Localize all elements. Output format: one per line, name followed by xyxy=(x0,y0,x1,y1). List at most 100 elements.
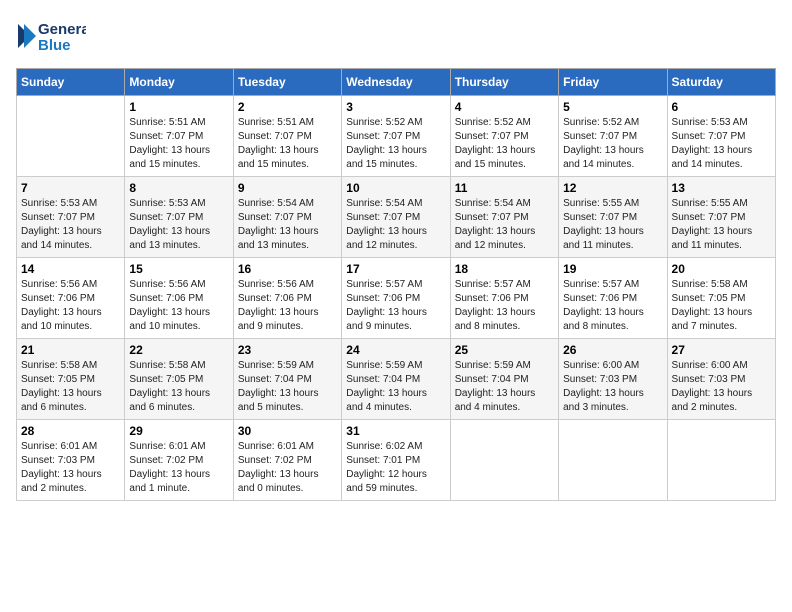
week-row-3: 14 Sunrise: 5:56 AM Sunset: 7:06 PM Dayli… xyxy=(17,258,776,339)
calendar-cell: 14 Sunrise: 5:56 AM Sunset: 7:06 PM Dayli… xyxy=(17,258,125,339)
calendar-cell: 1Sunrise: 5:51 AM Sunset: 7:07 PM Daylig… xyxy=(125,96,233,177)
day-number: 19 xyxy=(563,262,662,276)
day-info: Sunrise: 5:52 AM Sunset: 7:07 PM Dayligh… xyxy=(346,116,445,172)
day-number: 15 xyxy=(129,262,228,276)
calendar-cell: 20 Sunrise: 5:58 AM Sunset: 7:05 PM Dayli… xyxy=(667,258,775,339)
col-header-tuesday: Tuesday xyxy=(233,69,341,96)
calendar-cell: 5Sunrise: 5:52 AM Sunset: 7:07 PM Daylig… xyxy=(559,96,667,177)
calendar-cell: 8 Sunrise: 5:53 AM Sunset: 7:07 PM Daylig… xyxy=(125,177,233,258)
col-header-friday: Friday xyxy=(559,69,667,96)
day-number: 9 xyxy=(238,181,337,195)
day-number: 3 xyxy=(346,100,445,114)
calendar-cell xyxy=(667,420,775,501)
day-info: Sunrise: 5:51 AM Sunset: 7:07 PM Dayligh… xyxy=(238,116,337,172)
calendar-cell xyxy=(450,420,558,501)
calendar-cell: 2 Sunrise: 5:51 AM Sunset: 7:07 PM Daylig… xyxy=(233,96,341,177)
calendar-cell: 11 Sunrise: 5:54 AM Sunset: 7:07 PM Dayli… xyxy=(450,177,558,258)
calendar-cell: 12Sunrise: 5:55 AM Sunset: 7:07 PM Dayli… xyxy=(559,177,667,258)
day-info: Sunrise: 5:52 AM Sunset: 7:07 PM Dayligh… xyxy=(455,116,554,172)
day-info: Sunrise: 5:58 AM Sunset: 7:05 PM Dayligh… xyxy=(672,278,771,334)
day-number: 31 xyxy=(346,424,445,438)
calendar-cell: 23Sunrise: 5:59 AM Sunset: 7:04 PM Dayli… xyxy=(233,339,341,420)
day-number: 10 xyxy=(346,181,445,195)
page-header: GeneralBlue xyxy=(16,16,776,56)
calendar-cell: 17Sunrise: 5:57 AM Sunset: 7:06 PM Dayli… xyxy=(342,258,450,339)
day-number: 11 xyxy=(455,181,554,195)
day-info: Sunrise: 5:59 AM Sunset: 7:04 PM Dayligh… xyxy=(455,359,554,415)
day-info: Sunrise: 5:55 AM Sunset: 7:07 PM Dayligh… xyxy=(563,197,662,253)
day-number: 27 xyxy=(672,343,771,357)
day-number: 16 xyxy=(238,262,337,276)
calendar-cell: 19Sunrise: 5:57 AM Sunset: 7:06 PM Dayli… xyxy=(559,258,667,339)
logo-svg: GeneralBlue xyxy=(16,16,86,56)
day-info: Sunrise: 5:54 AM Sunset: 7:07 PM Dayligh… xyxy=(238,197,337,253)
day-info: Sunrise: 6:01 AM Sunset: 7:03 PM Dayligh… xyxy=(21,440,120,496)
day-info: Sunrise: 5:59 AM Sunset: 7:04 PM Dayligh… xyxy=(238,359,337,415)
day-info: Sunrise: 5:51 AM Sunset: 7:07 PM Dayligh… xyxy=(129,116,228,172)
calendar-cell: 31 Sunrise: 6:02 AM Sunset: 7:01 PM Dayli… xyxy=(342,420,450,501)
day-info: Sunrise: 5:56 AM Sunset: 7:06 PM Dayligh… xyxy=(238,278,337,334)
col-header-thursday: Thursday xyxy=(450,69,558,96)
calendar-cell: 29Sunrise: 6:01 AM Sunset: 7:02 PM Dayli… xyxy=(125,420,233,501)
day-info: Sunrise: 5:55 AM Sunset: 7:07 PM Dayligh… xyxy=(672,197,771,253)
day-info: Sunrise: 5:54 AM Sunset: 7:07 PM Dayligh… xyxy=(455,197,554,253)
week-row-4: 21Sunrise: 5:58 AM Sunset: 7:05 PM Dayli… xyxy=(17,339,776,420)
day-number: 14 xyxy=(21,262,120,276)
day-number: 4 xyxy=(455,100,554,114)
day-info: Sunrise: 6:00 AM Sunset: 7:03 PM Dayligh… xyxy=(672,359,771,415)
day-info: Sunrise: 5:54 AM Sunset: 7:07 PM Dayligh… xyxy=(346,197,445,253)
day-number: 2 xyxy=(238,100,337,114)
day-number: 24 xyxy=(346,343,445,357)
calendar-cell: 30 Sunrise: 6:01 AM Sunset: 7:02 PM Dayli… xyxy=(233,420,341,501)
day-number: 7 xyxy=(21,181,120,195)
day-info: Sunrise: 5:56 AM Sunset: 7:06 PM Dayligh… xyxy=(21,278,120,334)
calendar-table: SundayMondayTuesdayWednesdayThursdayFrid… xyxy=(16,68,776,501)
week-row-2: 7 Sunrise: 5:53 AM Sunset: 7:07 PM Daylig… xyxy=(17,177,776,258)
day-number: 17 xyxy=(346,262,445,276)
col-header-saturday: Saturday xyxy=(667,69,775,96)
day-info: Sunrise: 5:59 AM Sunset: 7:04 PM Dayligh… xyxy=(346,359,445,415)
calendar-cell: 18 Sunrise: 5:57 AM Sunset: 7:06 PM Dayli… xyxy=(450,258,558,339)
day-number: 30 xyxy=(238,424,337,438)
day-number: 22 xyxy=(129,343,228,357)
day-number: 8 xyxy=(129,181,228,195)
day-number: 28 xyxy=(21,424,120,438)
calendar-cell: 6 Sunrise: 5:53 AM Sunset: 7:07 PM Daylig… xyxy=(667,96,775,177)
week-row-5: 28 Sunrise: 6:01 AM Sunset: 7:03 PM Dayli… xyxy=(17,420,776,501)
logo: GeneralBlue xyxy=(16,16,86,56)
calendar-cell: 9 Sunrise: 5:54 AM Sunset: 7:07 PM Daylig… xyxy=(233,177,341,258)
day-number: 6 xyxy=(672,100,771,114)
day-info: Sunrise: 5:53 AM Sunset: 7:07 PM Dayligh… xyxy=(672,116,771,172)
day-info: Sunrise: 6:02 AM Sunset: 7:01 PM Dayligh… xyxy=(346,440,445,496)
calendar-cell: 22Sunrise: 5:58 AM Sunset: 7:05 PM Dayli… xyxy=(125,339,233,420)
day-info: Sunrise: 5:52 AM Sunset: 7:07 PM Dayligh… xyxy=(563,116,662,172)
day-number: 20 xyxy=(672,262,771,276)
calendar-cell: 28 Sunrise: 6:01 AM Sunset: 7:03 PM Dayli… xyxy=(17,420,125,501)
header-row: SundayMondayTuesdayWednesdayThursdayFrid… xyxy=(17,69,776,96)
week-row-1: 1Sunrise: 5:51 AM Sunset: 7:07 PM Daylig… xyxy=(17,96,776,177)
day-info: Sunrise: 5:53 AM Sunset: 7:07 PM Dayligh… xyxy=(129,197,228,253)
calendar-cell: 13 Sunrise: 5:55 AM Sunset: 7:07 PM Dayli… xyxy=(667,177,775,258)
calendar-cell: 25Sunrise: 5:59 AM Sunset: 7:04 PM Dayli… xyxy=(450,339,558,420)
calendar-cell xyxy=(17,96,125,177)
day-info: Sunrise: 5:53 AM Sunset: 7:07 PM Dayligh… xyxy=(21,197,120,253)
calendar-cell: 15Sunrise: 5:56 AM Sunset: 7:06 PM Dayli… xyxy=(125,258,233,339)
day-info: Sunrise: 5:58 AM Sunset: 7:05 PM Dayligh… xyxy=(21,359,120,415)
day-number: 26 xyxy=(563,343,662,357)
calendar-cell: 24 Sunrise: 5:59 AM Sunset: 7:04 PM Dayli… xyxy=(342,339,450,420)
calendar-cell: 3 Sunrise: 5:52 AM Sunset: 7:07 PM Daylig… xyxy=(342,96,450,177)
day-number: 13 xyxy=(672,181,771,195)
calendar-cell: 27 Sunrise: 6:00 AM Sunset: 7:03 PM Dayli… xyxy=(667,339,775,420)
calendar-cell: 16 Sunrise: 5:56 AM Sunset: 7:06 PM Dayli… xyxy=(233,258,341,339)
calendar-cell: 10 Sunrise: 5:54 AM Sunset: 7:07 PM Dayli… xyxy=(342,177,450,258)
day-info: Sunrise: 6:00 AM Sunset: 7:03 PM Dayligh… xyxy=(563,359,662,415)
day-info: Sunrise: 5:57 AM Sunset: 7:06 PM Dayligh… xyxy=(455,278,554,334)
calendar-cell: 26 Sunrise: 6:00 AM Sunset: 7:03 PM Dayli… xyxy=(559,339,667,420)
svg-text:General: General xyxy=(38,21,86,38)
calendar-cell xyxy=(559,420,667,501)
day-info: Sunrise: 6:01 AM Sunset: 7:02 PM Dayligh… xyxy=(238,440,337,496)
col-header-sunday: Sunday xyxy=(17,69,125,96)
day-number: 18 xyxy=(455,262,554,276)
day-number: 29 xyxy=(129,424,228,438)
calendar-cell: 4 Sunrise: 5:52 AM Sunset: 7:07 PM Daylig… xyxy=(450,96,558,177)
